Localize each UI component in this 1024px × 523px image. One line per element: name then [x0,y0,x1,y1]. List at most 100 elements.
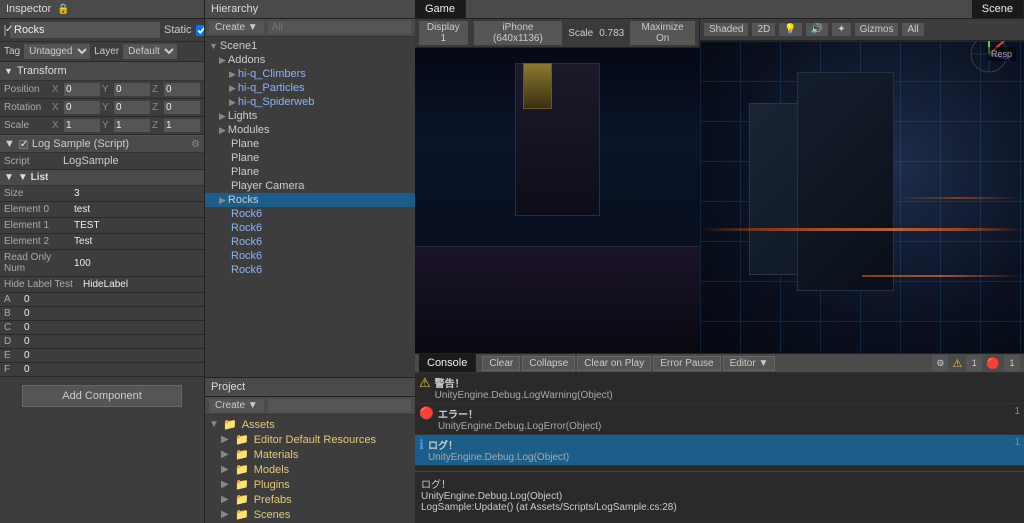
hierarchy-scene1[interactable]: ▼ Scene1 [205,39,415,53]
console-collapse-btn[interactable]: Collapse [522,356,575,371]
project-item-arrow: ▶ [221,464,233,475]
project-item[interactable]: ▼ 📁 Assets [205,417,415,432]
object-active-checkbox[interactable] [4,25,6,36]
list-header[interactable]: ▼ ▼ List [0,170,204,186]
alpha-e-value: 0 [24,350,30,361]
scene-effects-button[interactable]: ✦ [832,23,850,36]
console-clear-btn[interactable]: Clear [482,356,520,371]
rot-y-input[interactable] [114,101,150,114]
hierarchy-item[interactable]: ▶ hi-q_Particles [205,81,415,95]
element2-label: Element 2 [4,236,74,247]
hierarchy-item[interactable]: ▶ Rocks [205,193,415,207]
readonly-label: Read Only Num [4,252,74,274]
console-warn-count-btn[interactable]: 1 [966,355,982,371]
hierarchy-item[interactable]: Player Camera [205,179,415,193]
scale-x-input[interactable] [64,119,100,132]
hierarchy-item[interactable]: Rock6 [205,263,415,277]
row-f: F 0 [0,363,204,377]
console-clearonplay-btn[interactable]: Clear on Play [577,356,651,371]
tag-layer-row: Tag Untagged Layer Default [0,42,204,62]
rot-z-label: Z [152,102,162,113]
hierarchy-item-label: hi-q_Spiderweb [238,96,314,108]
project-item[interactable]: ▶ 📁 Scenes [205,507,415,522]
scene-shaded-button[interactable]: Shaded [704,23,748,36]
scene-sound-button[interactable]: 🔊 [806,23,828,36]
hierarchy-item[interactable]: ▶ hi-q_Climbers [205,67,415,81]
lock-icon[interactable]: 🔒 [57,4,69,15]
hierarchy-item[interactable]: ▶ Addons [205,53,415,67]
hierarchy-header: Hierarchy [205,0,415,19]
scene-tab[interactable]: Scene [972,0,1024,18]
readonly-row: Read Only Num 100 [0,250,204,277]
hierarchy-item[interactable]: Rock6 [205,221,415,235]
hierarchy-item-arrow: ▶ [229,83,236,94]
hierarchy-item[interactable]: Plane [205,137,415,151]
console-editor-btn[interactable]: Editor ▼ [723,356,776,371]
object-name-input[interactable]: Rocks [10,22,160,38]
game-tab[interactable]: Game [415,0,466,18]
hierarchy-panel: Hierarchy Create ▼ ▼ Scene1 ▶ Ad [205,0,415,377]
hierarchy-item[interactable]: Rock6 [205,235,415,249]
scene-2d-button[interactable]: 2D [752,23,775,36]
scene-all-button[interactable]: All [902,23,923,36]
hierarchy-search-input[interactable] [268,21,411,34]
rot-z-input[interactable] [164,101,200,114]
project-item-label: Assets [242,419,275,431]
position-inputs: X Y Z [52,83,200,96]
game-canvas [415,48,700,353]
scene-lights-button[interactable]: 💡 [779,23,801,36]
alpha-c-label: C [4,322,24,333]
hierarchy-item[interactable]: Plane [205,151,415,165]
tag-select[interactable]: Untagged [24,44,90,59]
console-item[interactable]: 🔴 エラー！ UnityEngine.Debug.LogError(Object… [415,404,1024,435]
pos-x-input[interactable] [64,83,100,96]
scale-inputs: X Y Z [52,119,200,132]
project-item[interactable]: ▶ 📁 Plugins [205,477,415,492]
pos-y-input[interactable] [114,83,150,96]
project-item-label: Materials [254,449,299,461]
script-gear-icon[interactable]: ⚙ [191,139,200,150]
project-item-folder-icon: 📁 [223,418,237,431]
hierarchy-item[interactable]: Rock6 [205,207,415,221]
console-item-sub: UnityEngine.Debug.LogWarning(Object) [435,390,996,401]
script-active-checkbox[interactable] [19,140,28,149]
console-item[interactable]: ℹ ログ！ UnityEngine.Debug.Log(Object) 1 [415,435,1024,466]
game-display-button[interactable]: Display 1 [419,21,468,45]
static-checkbox[interactable] [196,25,205,36]
scale-z-input[interactable] [164,119,200,132]
add-component-button[interactable]: Add Component [22,385,182,407]
console-item[interactable]: ⚠ 警告！ UnityEngine.Debug.LogWarning(Objec… [415,373,1024,404]
project-item[interactable]: ▶ 📁 Prefabs [205,492,415,507]
project-item[interactable]: ▶ 📁 Editor Default Resources [205,432,415,447]
size-row: Size 3 [0,186,204,202]
hierarchy-item[interactable]: ▶ hi-q_Spiderweb [205,95,415,109]
console-warn-icon: ⚠ [952,357,962,370]
game-device-button[interactable]: iPhone (640x1136) [474,21,563,45]
project-item[interactable]: ▶ 📁 Models [205,462,415,477]
project-create-button[interactable]: Create ▼ [209,399,264,412]
hierarchy-item[interactable]: Rock6 [205,249,415,263]
console-errorpause-btn[interactable]: Error Pause [653,356,720,371]
hierarchy-item[interactable]: ▶ Lights [205,109,415,123]
size-value: 3 [74,188,80,199]
rot-x-input[interactable] [64,101,100,114]
static-label: Static [164,24,192,36]
project-search-input[interactable] [268,399,411,412]
console-error-count-btn[interactable]: 1 [1004,355,1020,371]
pos-z-input[interactable] [164,83,200,96]
game-maximize-button[interactable]: Maximize On [630,21,695,45]
hierarchy-item[interactable]: ▶ Modules [205,123,415,137]
project-item[interactable]: ▶ 📁 Materials [205,447,415,462]
console-settings-btn[interactable]: ⚙ [932,355,948,371]
rot-y-label: Y [102,102,112,113]
hierarchy-create-button[interactable]: Create ▼ [209,21,264,34]
tag-label: Tag [4,46,20,57]
console-tab[interactable]: Console [419,354,476,372]
row-e: E 0 [0,349,204,363]
transform-section[interactable]: ▼ Transform [0,62,204,81]
scale-y-input[interactable] [114,119,150,132]
script-component-header[interactable]: ▼ Log Sample (Script) ⚙ [0,135,204,153]
layer-select[interactable]: Default [123,44,177,59]
hierarchy-item[interactable]: Plane [205,165,415,179]
scene-gizmos-button[interactable]: Gizmos [855,23,899,36]
